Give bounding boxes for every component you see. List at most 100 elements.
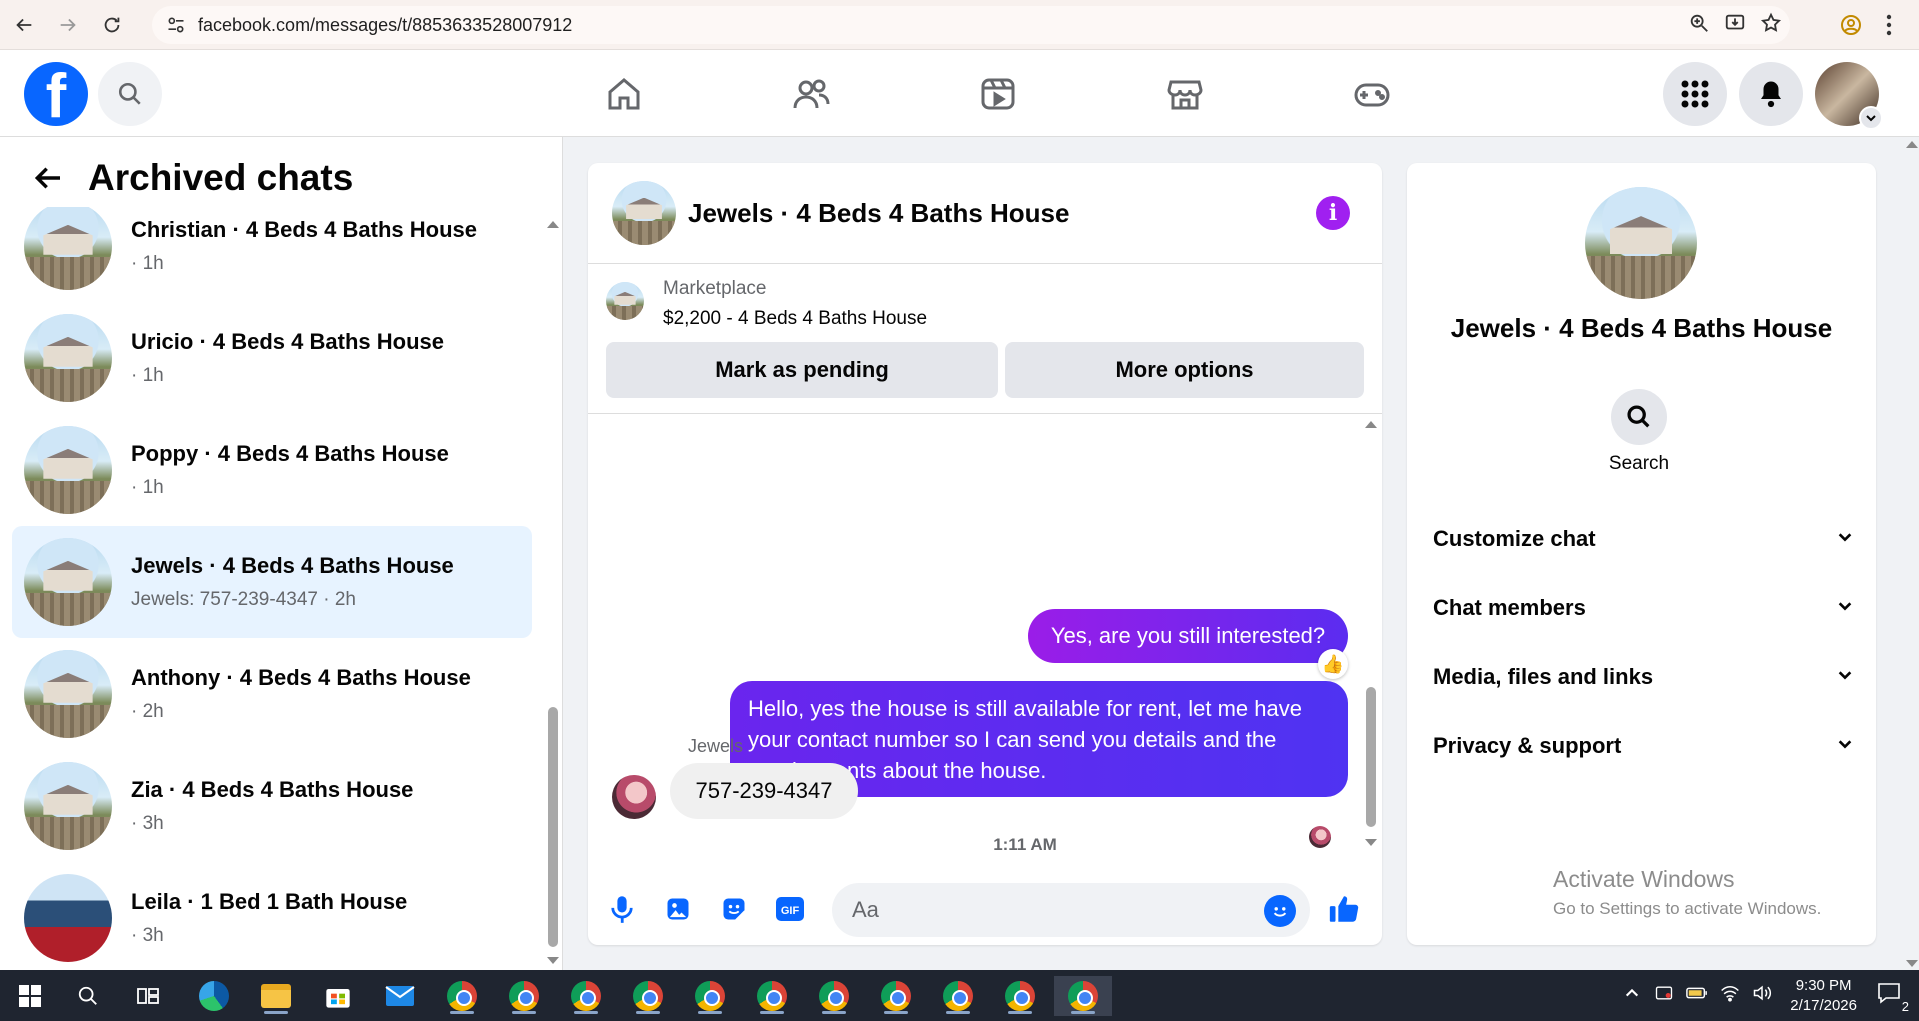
system-tray: 9:30 PM 2/17/2026 2 (1616, 970, 1919, 1021)
chat-item-anthony[interactable]: Anthony · 4 Beds 4 Baths House · 2h (12, 638, 532, 750)
search-label[interactable]: Search (1407, 453, 1871, 475)
conversation-title[interactable]: Jewels · 4 Beds 4 Baths House (688, 198, 1069, 229)
listing-thumbnail[interactable] (606, 282, 644, 320)
taskbar-search-icon[interactable] (64, 976, 112, 1016)
listing-thumbnail (24, 426, 112, 514)
tray-overflow-chevron-icon[interactable] (1624, 985, 1640, 1006)
mail-icon[interactable] (376, 976, 424, 1016)
microphone-icon[interactable] (598, 885, 646, 933)
reload-icon[interactable] (92, 5, 132, 45)
chat-name: Zia · 4 Beds 4 Baths House (131, 777, 414, 802)
chat-list-scrollbar[interactable] (548, 707, 558, 947)
chrome-window-icon[interactable] (934, 976, 982, 1016)
sender-avatar[interactable] (612, 775, 656, 819)
back-icon[interactable] (4, 5, 44, 45)
privacy-support-section[interactable]: Privacy & support (1433, 726, 1853, 766)
chat-members-section[interactable]: Chat members (1433, 588, 1853, 628)
chrome-window-icon[interactable] (810, 976, 858, 1016)
chrome-window-icon-active[interactable] (1054, 976, 1112, 1016)
message-input[interactable] (852, 883, 1252, 937)
thumbs-up-send-icon[interactable] (1320, 885, 1368, 933)
scroll-up-arrow[interactable] (547, 221, 559, 228)
bookmark-star-icon[interactable] (1760, 12, 1782, 39)
chat-name: Jewels · 4 Beds 4 Baths House (131, 553, 454, 578)
chat-preview: · 2h (131, 701, 164, 722)
zoom-icon[interactable] (1688, 12, 1710, 39)
page-scroll-up-arrow[interactable] (1906, 141, 1918, 148)
search-in-conversation-icon[interactable] (1611, 389, 1667, 445)
incoming-message[interactable]: 757-239-4347 (670, 763, 858, 819)
chat-preview: Jewels: 757-239-4347 · 2h (131, 589, 356, 610)
chat-item-zia[interactable]: Zia · 4 Beds 4 Baths House · 3h (12, 750, 532, 862)
customize-chat-section[interactable]: Customize chat (1433, 519, 1853, 559)
chat-item-uricio[interactable]: Uricio · 4 Beds 4 Baths House · 1h (12, 302, 532, 414)
notifications-bell-icon[interactable] (1739, 62, 1803, 126)
emoji-icon[interactable] (1264, 895, 1296, 927)
listing-thumbnail (24, 874, 112, 962)
address-bar[interactable]: facebook.com/messages/t/8853633528007912 (152, 6, 1790, 44)
scroll-down-arrow[interactable] (547, 957, 559, 964)
video-icon[interactable] (904, 50, 1091, 137)
install-app-icon[interactable] (1724, 12, 1746, 39)
message-scrollbar[interactable] (1366, 687, 1376, 827)
facebook-logo-icon[interactable]: f (24, 62, 88, 126)
file-explorer-icon[interactable] (252, 976, 300, 1016)
chevron-down-icon[interactable] (1859, 106, 1883, 130)
sticker-icon[interactable] (710, 885, 758, 933)
home-icon[interactable] (530, 50, 717, 137)
chat-item-leila[interactable]: Leila · 1 Bed 1 Bath House · 3h (12, 862, 532, 967)
menu-grid-icon[interactable] (1663, 62, 1727, 126)
media-files-links-section[interactable]: Media, files and links (1433, 657, 1853, 697)
back-arrow-icon[interactable] (28, 158, 68, 198)
microsoft-store-icon[interactable] (314, 976, 362, 1016)
photo-attach-icon[interactable] (654, 885, 702, 933)
chrome-window-icon[interactable] (872, 976, 920, 1016)
chrome-window-icon[interactable] (438, 976, 486, 1016)
forward-icon[interactable] (48, 5, 88, 45)
info-icon[interactable]: i (1316, 196, 1350, 230)
taskbar-clock[interactable]: 9:30 PM 2/17/2026 (1790, 976, 1857, 1016)
browser-profile-icon[interactable] (1835, 9, 1867, 41)
battery-icon[interactable] (1686, 985, 1708, 1006)
marketplace-icon[interactable] (1091, 50, 1278, 137)
chrome-window-icon[interactable] (748, 976, 796, 1016)
fb-search-icon[interactable] (98, 62, 162, 126)
friends-icon[interactable] (717, 50, 904, 137)
details-avatar[interactable] (1585, 187, 1697, 299)
chrome-window-icon[interactable] (996, 976, 1044, 1016)
chat-item-christian[interactable]: Christian · 4 Beds 4 Baths House · 1h (12, 207, 532, 302)
browser-menu-icon[interactable] (1873, 9, 1905, 41)
volume-icon[interactable] (1752, 984, 1772, 1007)
chat-item-jewels[interactable]: Jewels · 4 Beds 4 Baths House Jewels: 757… (12, 526, 532, 638)
page-scroll-down-arrow[interactable] (1906, 960, 1918, 967)
thumbs-up-reaction-icon[interactable]: 👍 (1318, 649, 1348, 679)
listing-price-title[interactable]: $2,200 - 4 Beds 4 Baths House (663, 308, 927, 330)
message-scroll-up-arrow[interactable] (1365, 421, 1377, 428)
notification-center-icon[interactable]: 2 (1877, 981, 1909, 1014)
chrome-window-icon[interactable] (562, 976, 610, 1016)
site-settings-icon[interactable] (158, 7, 194, 43)
chrome-window-icon[interactable] (500, 976, 548, 1016)
edge-browser-icon[interactable] (190, 976, 238, 1016)
listing-thumbnail (24, 650, 112, 738)
chrome-window-icon[interactable] (624, 976, 672, 1016)
mark-as-pending-button[interactable]: Mark as pending (606, 342, 998, 398)
task-view-icon[interactable] (124, 976, 172, 1016)
defender-icon[interactable] (1654, 983, 1674, 1008)
windows-start-icon[interactable] (6, 976, 54, 1016)
wifi-icon[interactable] (1720, 984, 1740, 1007)
account-avatar[interactable] (1815, 62, 1883, 130)
message-scroll-down-arrow[interactable] (1365, 839, 1377, 846)
sender-name: Jewels (688, 736, 744, 756)
chat-item-poppy[interactable]: Poppy · 4 Beds 4 Baths House · 1h (12, 414, 532, 526)
url-text[interactable]: facebook.com/messages/t/8853633528007912 (198, 15, 572, 36)
chat-preview: · 3h (131, 925, 164, 946)
more-options-button[interactable]: More options (1005, 342, 1364, 398)
gif-icon[interactable]: GIF (766, 885, 814, 933)
gaming-icon[interactable] (1278, 50, 1465, 137)
conversation-avatar[interactable] (612, 181, 676, 245)
outgoing-message[interactable]: Yes, are you still interested? (1028, 609, 1348, 663)
chrome-window-icon[interactable] (686, 976, 734, 1016)
marketplace-listing-bar: Marketplace $2,200 - 4 Beds 4 Baths Hous… (588, 264, 1382, 414)
windows-taskbar: 9:30 PM 2/17/2026 2 (0, 970, 1919, 1021)
